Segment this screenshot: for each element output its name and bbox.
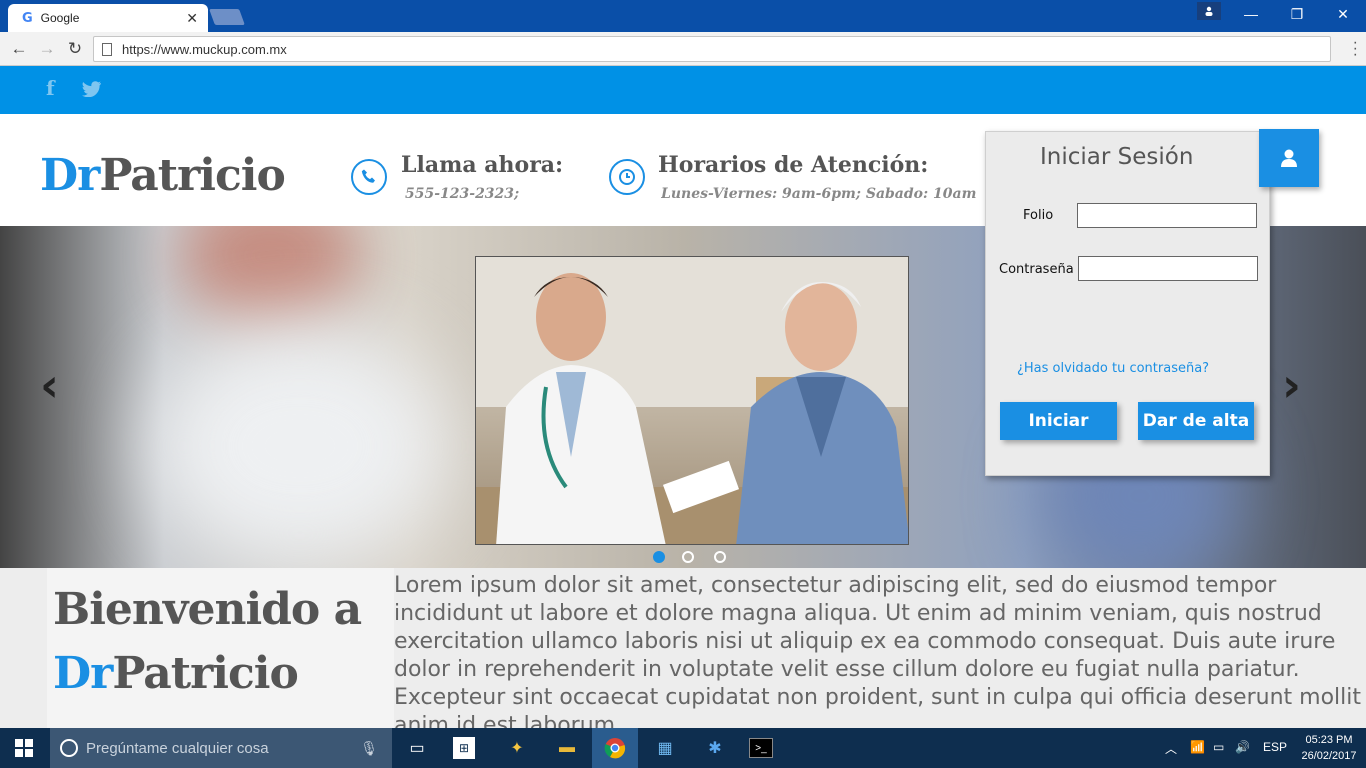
password-input[interactable] xyxy=(1078,256,1258,281)
forgot-password-link[interactable]: ¿Has olvidado tu contraseña? xyxy=(1017,361,1209,376)
network-icon[interactable]: 📶 xyxy=(1190,740,1205,754)
tab-title: Google xyxy=(40,11,80,25)
login-panel: Iniciar Sesión Folio Contraseña ¿Has olv… xyxy=(985,131,1270,476)
cortana-search[interactable]: Pregúntame cualquier cosa 🎙 xyxy=(50,728,392,768)
signup-button[interactable]: Dar de alta xyxy=(1138,402,1254,440)
hours-title: Horarios de Atención: xyxy=(658,152,929,178)
clock-time: 05:23 PM xyxy=(1305,734,1353,746)
chrome-icon[interactable] xyxy=(592,728,638,768)
welcome-body: Lorem ipsum dolor sit amet, consectetur … xyxy=(394,573,1361,728)
close-window-button[interactable]: ✕ xyxy=(1320,0,1366,28)
tray-chevron-icon[interactable]: ︿ xyxy=(1165,740,1177,757)
microphone-icon[interactable]: 🎙 xyxy=(360,740,378,757)
volume-icon[interactable]: 🔊 xyxy=(1235,740,1250,754)
welcome-title: Bienvenido a DrPatricio xyxy=(53,578,362,706)
page-icon xyxy=(102,42,112,56)
windows-taskbar: Pregúntame cualquier cosa 🎙 ▭ ⊞ ✦ ▬ ▦ ✱ … xyxy=(0,728,1366,768)
terminal-icon[interactable]: >_ xyxy=(749,738,773,758)
call-number[interactable]: 555-123-2323; xyxy=(405,186,519,202)
clock-icon xyxy=(609,159,645,195)
carousel-dot-1[interactable] xyxy=(653,551,665,563)
language-indicator[interactable]: ESP xyxy=(1263,740,1287,754)
windows-start-icon[interactable] xyxy=(0,728,48,768)
task-view-icon[interactable]: ▭ xyxy=(403,734,431,762)
login-title: Iniciar Sesión xyxy=(1040,144,1194,170)
folio-label: Folio xyxy=(1023,208,1054,223)
browser-toolbar: ← → ↻ https://www.muckup.com.mx · · · xyxy=(0,32,1366,66)
app-icon[interactable]: ✱ xyxy=(701,734,729,762)
welcome-line1: Bienvenido a xyxy=(53,584,362,635)
store-icon[interactable]: ⊞ xyxy=(453,737,475,759)
minimize-button[interactable]: — xyxy=(1228,0,1274,28)
hours-value: Lunes-Viernes: 9am-6pm; Sabado: 10am xyxy=(661,186,977,202)
site-logo[interactable]: DrPatricio xyxy=(40,150,286,201)
welcome-section: Bienvenido a DrPatricio Lorem ipsum dolo… xyxy=(0,568,1366,728)
clock-date: 26/02/2017 xyxy=(1301,750,1357,762)
password-label: Contraseña xyxy=(999,262,1074,277)
cortana-icon xyxy=(60,739,78,757)
tab-close-icon[interactable]: ✕ xyxy=(186,10,198,27)
profile-icon[interactable] xyxy=(1197,2,1221,20)
carousel-dot-2[interactable] xyxy=(682,551,694,563)
carousel-dot-3[interactable] xyxy=(714,551,726,563)
doctor-patient-photo xyxy=(475,256,909,545)
browser-menu-icon[interactable]: · · · xyxy=(1353,35,1358,63)
google-favicon-icon: G xyxy=(22,10,33,26)
search-placeholder: Pregúntame cualquier cosa xyxy=(86,739,269,757)
battery-icon[interactable]: ▭ xyxy=(1213,740,1224,754)
phone-icon xyxy=(351,159,387,195)
user-icon xyxy=(1259,129,1319,187)
logo-accent: Dr xyxy=(40,150,100,201)
reload-icon[interactable]: ↻ xyxy=(64,38,86,60)
facebook-icon[interactable]: f xyxy=(46,76,55,100)
address-bar[interactable]: https://www.muckup.com.mx xyxy=(93,36,1331,62)
address-url: https://www.muckup.com.mx xyxy=(122,41,287,57)
logo-rest: Patricio xyxy=(99,150,285,201)
login-button[interactable]: Iniciar xyxy=(1000,402,1117,440)
outlook-icon[interactable]: ▦ xyxy=(651,734,679,762)
twitter-icon[interactable] xyxy=(82,78,102,102)
maximize-button[interactable]: ❐ xyxy=(1274,0,1320,28)
back-icon[interactable]: ← xyxy=(8,38,30,60)
browser-titlebar: G Google ✕ — ❐ ✕ xyxy=(0,0,1366,32)
new-tab-button[interactable] xyxy=(209,9,245,25)
welcome-rest: Patricio xyxy=(112,648,298,699)
xampp-icon[interactable]: ✦ xyxy=(503,734,531,762)
social-bar: f xyxy=(0,66,1366,114)
welcome-accent: Dr xyxy=(53,648,113,699)
forward-icon[interactable]: → xyxy=(36,38,58,60)
carousel-prev-icon[interactable]: ‹ xyxy=(40,358,59,412)
browser-tab[interactable]: G Google ✕ xyxy=(8,4,208,32)
system-clock[interactable]: 05:23 PM 26/02/2017 xyxy=(1296,732,1362,764)
file-explorer-icon[interactable]: ▬ xyxy=(553,734,581,762)
call-title: Llama ahora: xyxy=(401,152,564,178)
folio-input[interactable] xyxy=(1077,203,1257,228)
carousel-next-icon[interactable]: › xyxy=(1282,358,1301,412)
